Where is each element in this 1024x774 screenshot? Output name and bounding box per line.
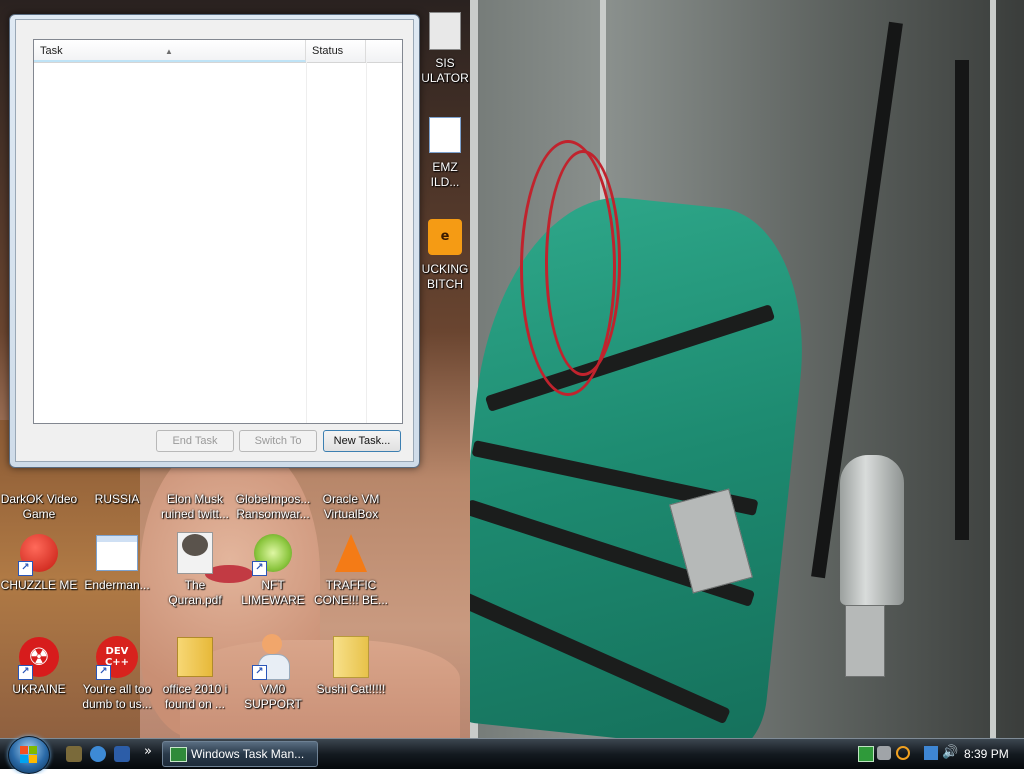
shortcut-arrow-icon: ↗ [18, 561, 33, 576]
column-divider [306, 62, 307, 423]
desktop-icon-chuzzle[interactable]: ↗ CHUZZLE ME [0, 530, 78, 593]
task-manager-icon [170, 747, 187, 762]
system-tray: 🔊 8:39 PM [852, 741, 1024, 767]
shortcut-arrow-icon: ↗ [18, 665, 33, 680]
app-icon [422, 8, 468, 54]
window-client-area: Task ▲ Status End Task Switch To New Tas… [15, 19, 414, 462]
desktop-icon-limewire[interactable]: ↗ NFT LIMEWARE [234, 530, 312, 608]
search-icon[interactable] [896, 746, 910, 760]
tray-app-icon[interactable] [877, 746, 891, 760]
task-list-header: Task ▲ Status [34, 40, 402, 63]
quicklaunch-app-icon[interactable] [66, 746, 82, 762]
column-status-label: Status [312, 45, 344, 57]
desktop-icon-label: DarkOK Video Game [0, 492, 78, 521]
desktop-icon-label: RUSSIA [94, 492, 140, 506]
desktop-icon-label: Enderman... [84, 578, 150, 592]
folder-icon [172, 634, 218, 680]
desktop-icon-ukraine[interactable]: ☢ ↗ UKRAINE [0, 634, 78, 697]
desktop-icon-label: NFT LIMEWARE [241, 578, 305, 607]
devcpp-icon: DEV C++ ↗ [94, 634, 140, 680]
after-effects-icon: e [422, 214, 468, 260]
traffic-cone-icon [328, 530, 374, 576]
desktop-icon-sushi-cat[interactable]: Sushi Cat!!!!! [312, 634, 390, 697]
network-icon[interactable] [924, 746, 938, 760]
end-task-button[interactable]: End Task [156, 430, 234, 452]
volume-icon[interactable]: 🔊 [942, 746, 958, 760]
desktop-icon-label: TRAFFIC CONE!!! BE... [313, 578, 388, 607]
quicklaunch-more-icon[interactable]: » [144, 744, 152, 759]
clock[interactable]: 8:39 PM [964, 741, 1009, 767]
column-task-label: Task [40, 45, 63, 57]
desktop-icon-traffic-cone[interactable]: TRAFFIC CONE!!! BE... [312, 530, 390, 608]
taskbar-task-label: Windows Task Man... [191, 747, 305, 761]
support-person-icon: ↗ [250, 634, 296, 680]
quicklaunch-browser-icon[interactable] [90, 746, 106, 762]
taskbar: » Windows Task Man... 🔊 8:39 PM [0, 736, 1024, 774]
start-button[interactable] [8, 736, 50, 774]
desktop-icon-label: office 2010 i found on ... [162, 682, 228, 711]
document-icon [422, 112, 468, 158]
new-task-button[interactable]: New Task... [323, 430, 401, 452]
desktop-icon-devcpp[interactable]: DEV C++ ↗ You're all too dumb to us... [78, 634, 156, 712]
shortcut-arrow-icon: ↗ [252, 561, 267, 576]
desktop-icon-label: UKRAINE [12, 682, 66, 696]
desktop-icon-quran-pdf[interactable]: The Quran.pdf [156, 530, 234, 608]
switch-to-button[interactable]: Switch To [239, 430, 317, 452]
raccoon-pdf-icon [172, 530, 218, 576]
column-header-task[interactable]: Task ▲ [34, 40, 306, 62]
desktop-icon-label: The Quran.pdf [168, 578, 222, 607]
desktop-icon-enderman[interactable]: Enderman... [78, 530, 156, 593]
desktop-icon-label: VM0 SUPPORT [244, 682, 302, 711]
chuzzle-icon: ↗ [16, 530, 62, 576]
radiation-icon: ☢ ↗ [16, 634, 62, 680]
folder-icon [328, 634, 374, 680]
desktop-icon-label: You're all too dumb to us... [82, 682, 152, 711]
shortcut-arrow-icon: ↗ [96, 665, 111, 680]
task-manager-tray-icon[interactable] [858, 746, 874, 762]
windows-logo-icon [20, 746, 38, 764]
taskbar-task-manager-button[interactable]: Windows Task Man... [162, 741, 318, 767]
desktop-icon-label: Oracle VM VirtualBox [322, 492, 380, 521]
task-list[interactable]: Task ▲ Status [33, 39, 403, 424]
desktop-icon-label: Elon Musk ruined twitt... [160, 492, 230, 521]
task-manager-window[interactable]: Task ▲ Status End Task Switch To New Tas… [9, 14, 420, 468]
quicklaunch-desktop-icon[interactable] [114, 746, 130, 762]
shortcut-arrow-icon: ↗ [252, 665, 267, 680]
column-header-blank [366, 40, 402, 62]
desktop-icon-vm0-support[interactable]: ↗ VM0 SUPPORT [234, 634, 312, 712]
column-divider [366, 62, 367, 423]
desktop-icon-label: CHUZZLE ME [0, 578, 78, 592]
desktop-icon-office-2010[interactable]: office 2010 i found on ... [156, 634, 234, 712]
column-header-status[interactable]: Status [306, 40, 366, 62]
document-icon [94, 530, 140, 576]
desktop-icon-label: Sushi Cat!!!!! [316, 682, 386, 696]
desktop-icon-label: GlobeImpos... Ransomwar... [235, 492, 311, 521]
limewire-icon: ↗ [250, 530, 296, 576]
sort-ascending-icon: ▲ [165, 47, 173, 56]
